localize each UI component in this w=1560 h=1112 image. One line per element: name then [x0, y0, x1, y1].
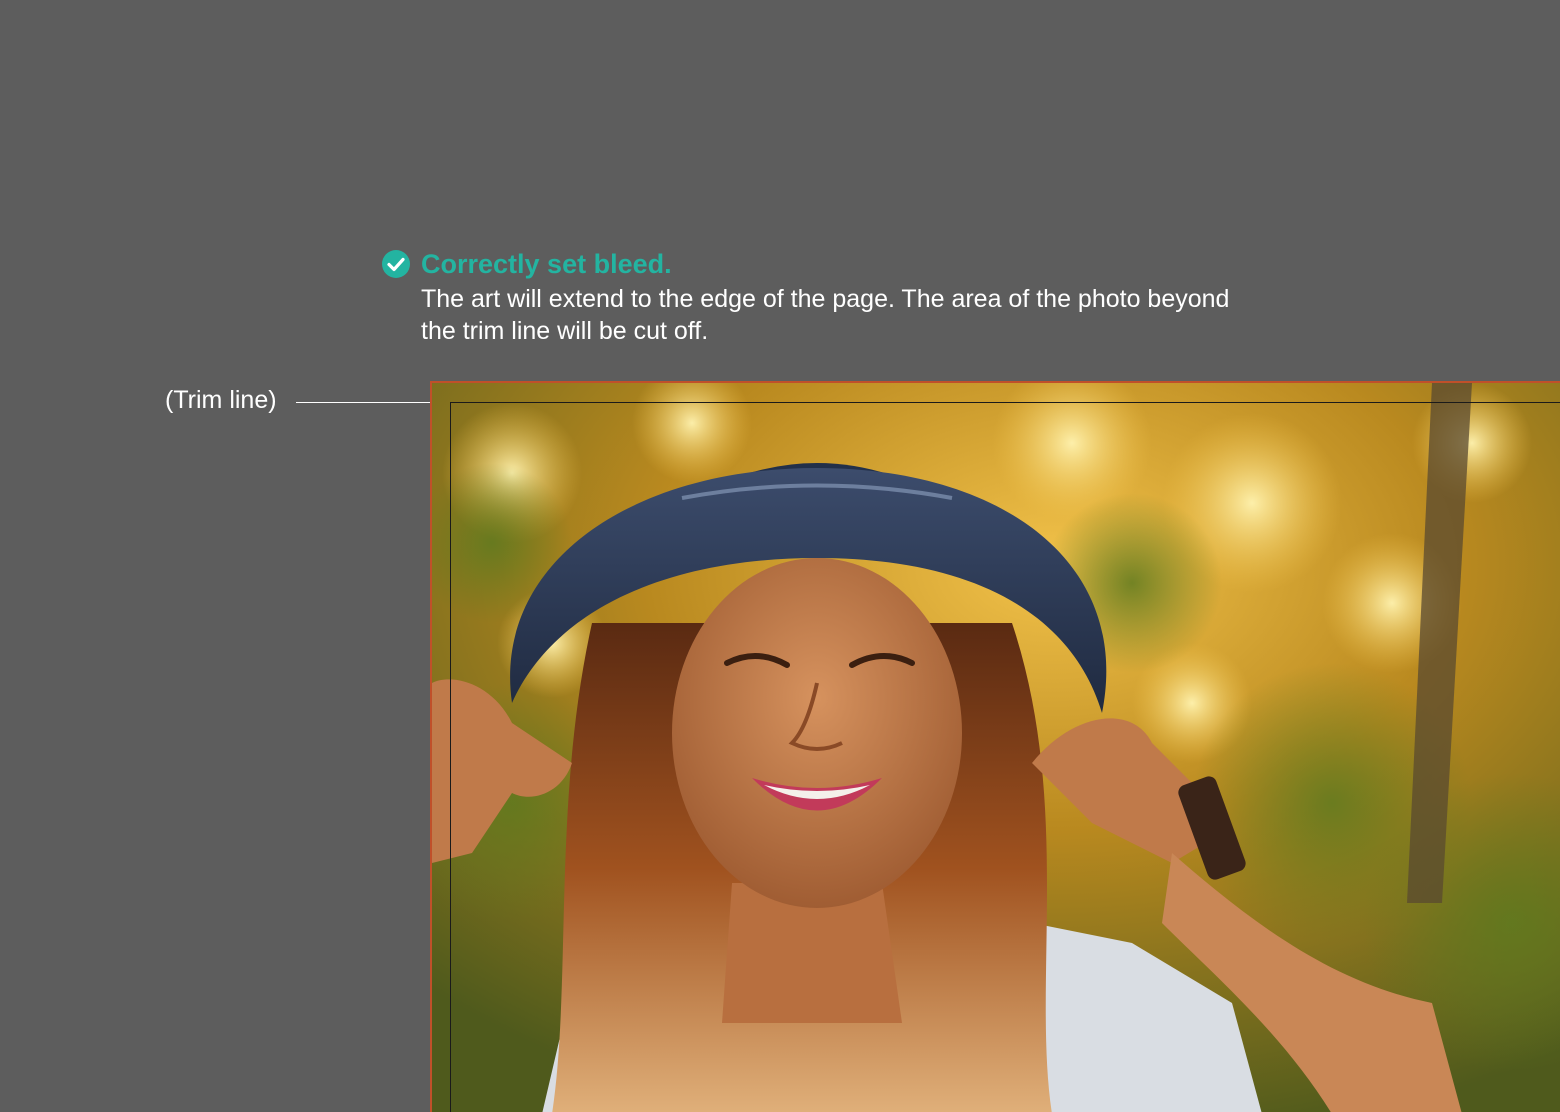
callout-title: Correctly set bleed.: [421, 249, 672, 279]
bleed-photo: [430, 381, 1560, 1112]
trim-line-label: (Trim line): [165, 386, 277, 414]
portrait-photo-image: [432, 383, 1560, 1112]
callout-body: The art will extend to the edge of the p…: [421, 285, 1230, 345]
trim-line-leader: [296, 402, 451, 403]
check-circle-icon: [382, 250, 410, 278]
